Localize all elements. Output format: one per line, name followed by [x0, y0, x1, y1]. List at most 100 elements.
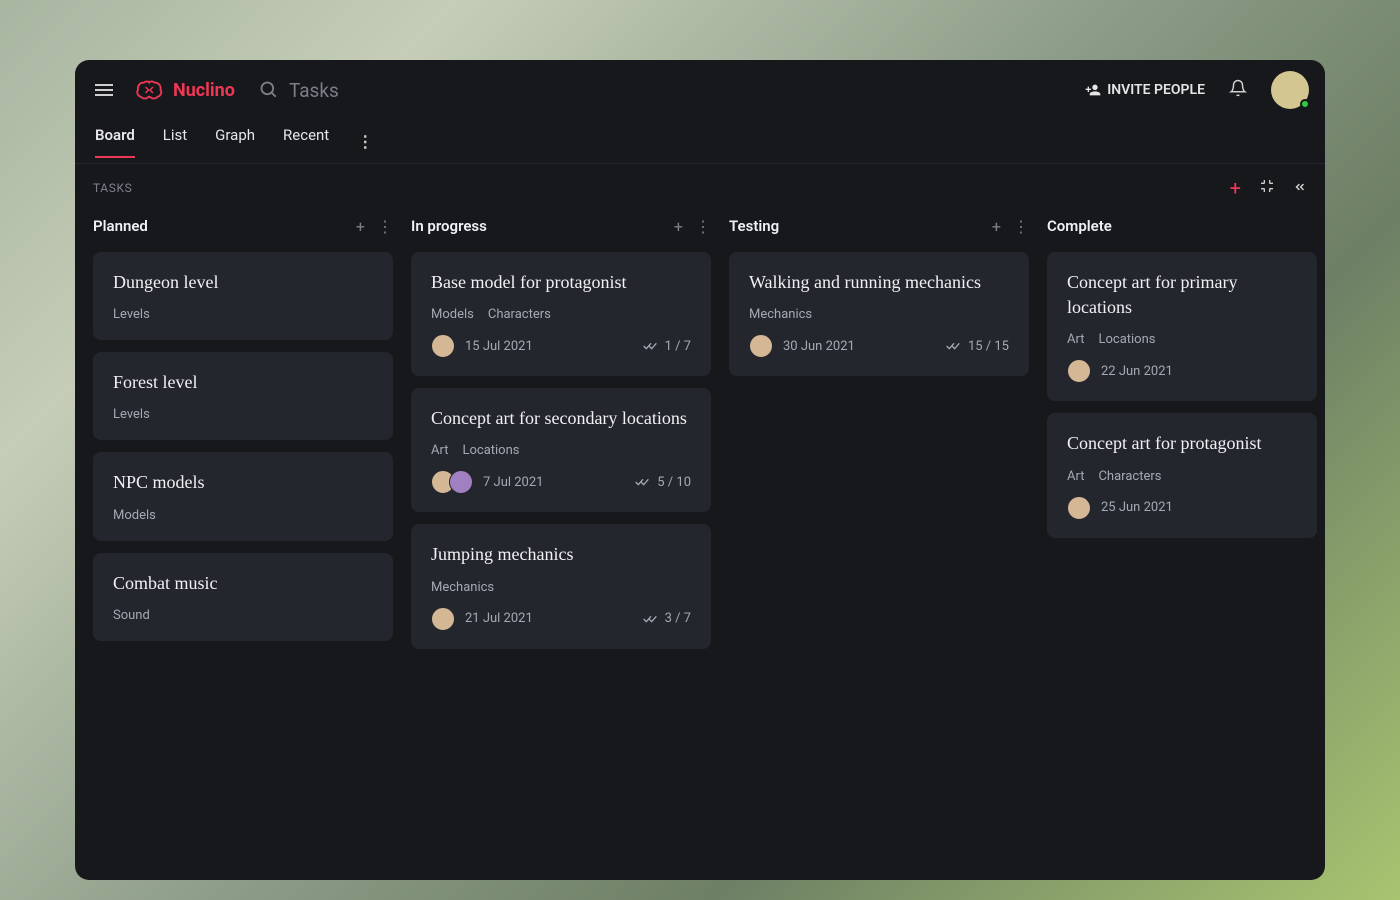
tab-recent-label: Recent	[283, 126, 329, 144]
online-indicator	[1300, 99, 1310, 109]
assignee-avatars	[1067, 359, 1091, 383]
card-title: Walking and running mechanics	[749, 270, 1009, 295]
assignee-avatars	[431, 334, 455, 358]
card-title: Dungeon level	[113, 270, 373, 295]
tab-graph[interactable]: Graph	[215, 126, 255, 158]
card-title: Combat music	[113, 571, 373, 596]
assignee-avatars	[431, 470, 473, 494]
checklist-icon	[643, 613, 659, 625]
card-tag: Art	[431, 443, 448, 458]
profile-avatar[interactable]	[1271, 71, 1309, 109]
task-card[interactable]: Base model for protagonistModelsCharacte…	[411, 252, 711, 376]
card-tags: Levels	[113, 407, 373, 422]
card-date: 7 Jul 2021	[483, 475, 543, 490]
invite-button[interactable]: INVITE PEOPLE	[1085, 82, 1205, 98]
column-add-button[interactable]: +	[356, 217, 365, 236]
brain-icon	[135, 78, 165, 102]
card-footer: 22 Jun 2021	[1067, 359, 1297, 383]
search-button[interactable]: Tasks	[259, 79, 339, 102]
card-date: 25 Jun 2021	[1101, 500, 1173, 515]
column-title: Planned	[93, 217, 148, 235]
task-card[interactable]: Dungeon levelLevels	[93, 252, 393, 340]
menu-icon[interactable]	[91, 80, 117, 100]
board-subheader: TASKS +	[75, 164, 1325, 212]
card-tag: Levels	[113, 407, 150, 422]
column-title: Complete	[1047, 217, 1112, 235]
notifications-button[interactable]	[1223, 73, 1253, 107]
column-header: Complete	[1047, 212, 1317, 240]
brand-logo[interactable]: Nuclino	[135, 78, 235, 102]
tab-graph-label: Graph	[215, 126, 255, 144]
card-tags: Models	[113, 508, 373, 523]
card-footer-left: 15 Jul 2021	[431, 334, 533, 358]
tab-list-label: List	[163, 126, 187, 144]
task-card[interactable]: Walking and running mechanics Mechanics 30…	[729, 252, 1029, 376]
checklist-icon	[643, 340, 659, 352]
add-item-button[interactable]: +	[1230, 176, 1241, 200]
task-card[interactable]: Forest levelLevels	[93, 352, 393, 440]
brand-name: Nuclino	[173, 80, 235, 101]
tab-board[interactable]: Board	[95, 126, 135, 158]
invite-label: INVITE PEOPLE	[1107, 82, 1205, 98]
checklist-icon	[946, 340, 962, 352]
card-footer: 30 Jun 2021 15 / 15	[749, 334, 1009, 358]
column-add-button[interactable]: +	[992, 217, 1001, 236]
assignee-avatar	[431, 607, 455, 631]
column-actions: +⋮	[992, 217, 1029, 236]
card-footer-left: 25 Jun 2021	[1067, 496, 1173, 520]
collapse-panel-button[interactable]	[1293, 179, 1307, 198]
card-progress: 3 / 7	[643, 611, 691, 626]
tab-board-label: Board	[95, 126, 135, 144]
card-tags: ModelsCharacters	[431, 307, 691, 322]
card-date: 21 Jul 2021	[465, 611, 533, 626]
column-header: In progress+⋮	[411, 212, 711, 240]
tab-list[interactable]: List	[163, 126, 187, 158]
card-footer-left: 21 Jul 2021	[431, 607, 533, 631]
board-actions: +	[1230, 176, 1307, 200]
card-date: 30 Jun 2021	[783, 339, 855, 354]
card-tags: Mechanics	[431, 580, 691, 595]
task-card[interactable]: NPC modelsModels	[93, 452, 393, 540]
card-date: 15 Jul 2021	[465, 339, 533, 354]
card-tags: ArtCharacters	[1067, 469, 1297, 484]
task-card[interactable]: Jumping mechanicsMechanics21 Jul 20213 /…	[411, 524, 711, 648]
card-title: Concept art for protagonist	[1067, 431, 1297, 456]
column-menu-button[interactable]: ⋮	[377, 217, 393, 236]
card-title: Concept art for secondary locations	[431, 406, 691, 431]
task-card[interactable]: Concept art for secondary locations Art Lo…	[411, 388, 711, 512]
card-tags: ArtLocations	[1067, 332, 1297, 347]
assignee-avatar	[431, 334, 455, 358]
card-tags: Sound	[113, 608, 373, 623]
progress-text: 3 / 7	[665, 611, 691, 626]
app-window: Nuclino Tasks INVITE PEOPLE Board Lis	[75, 60, 1325, 880]
view-tabs: Board List Graph Recent ⋮	[75, 120, 1325, 164]
card-tag: Art	[1067, 469, 1084, 484]
invite-icon	[1085, 82, 1101, 98]
column: In progress+⋮Base model for protagonistM…	[411, 212, 711, 862]
card-progress: 1 / 7	[643, 339, 691, 354]
column-menu-button[interactable]: ⋮	[695, 217, 711, 236]
card-tag: Mechanics	[431, 580, 494, 595]
progress-text: 15 / 15	[968, 339, 1009, 354]
column-add-button[interactable]: +	[674, 217, 683, 236]
column: Complete Concept art for primary location…	[1047, 212, 1317, 862]
task-card[interactable]: Combat music Sound	[93, 553, 393, 641]
card-tag: Characters	[488, 307, 551, 322]
board-title: TASKS	[93, 181, 132, 195]
column-actions: +⋮	[674, 217, 711, 236]
column-menu-button[interactable]: ⋮	[1013, 217, 1029, 236]
task-card[interactable]: Concept art for protagonist ArtCharacters…	[1047, 413, 1317, 537]
tab-recent[interactable]: Recent	[283, 126, 329, 158]
collapse-icon[interactable]	[1259, 178, 1275, 198]
column-actions: +⋮	[356, 217, 393, 236]
card-footer-left: 22 Jun 2021	[1067, 359, 1173, 383]
column: Testing+⋮Walking and running mechanicsMe…	[729, 212, 1029, 862]
card-tag: Mechanics	[749, 307, 812, 322]
card-progress: 5 / 10	[635, 475, 691, 490]
assignee-avatars	[749, 334, 773, 358]
board-columns: Planned+⋮Dungeon levelLevelsForest level…	[75, 212, 1325, 880]
card-tag: Locations	[462, 443, 519, 458]
tab-overflow-menu[interactable]: ⋮	[357, 132, 373, 151]
card-tags: Art Locations	[431, 443, 691, 458]
task-card[interactable]: Concept art for primary locationsArtLoca…	[1047, 252, 1317, 401]
